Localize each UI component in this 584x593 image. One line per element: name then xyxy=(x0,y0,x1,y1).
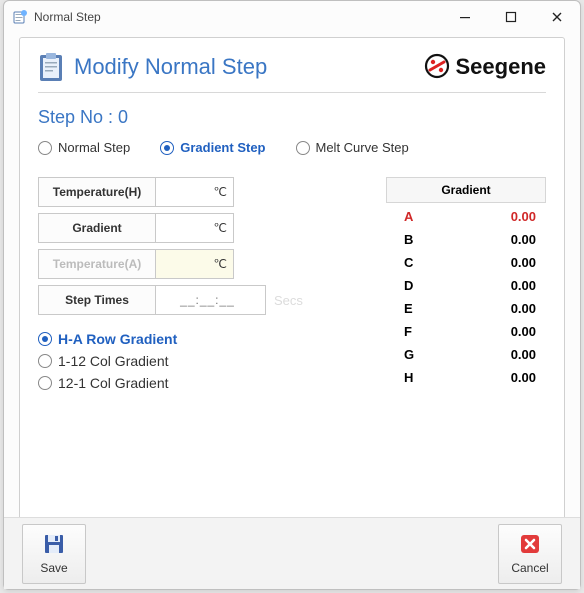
gradient-row: C 0.00 xyxy=(386,251,546,274)
radio-label: Normal Step xyxy=(58,140,130,155)
gradient-row-label: D xyxy=(404,278,413,293)
radio-ha-row-gradient[interactable]: H-A Row Gradient xyxy=(38,331,303,347)
field-label: Gradient xyxy=(38,213,156,243)
cancel-icon xyxy=(518,532,542,559)
gradient-row-value: 0.00 xyxy=(511,255,536,270)
gradient-row: A 0.00 xyxy=(386,205,546,228)
gradient-row: E 0.00 xyxy=(386,297,546,320)
brand-logo-icon xyxy=(424,53,450,82)
temperature-h-input[interactable]: ℃ xyxy=(156,177,234,207)
field-step-times: Step Times __:__:__ Secs xyxy=(38,285,303,315)
radio-12-1-col-gradient[interactable]: 12-1 Col Gradient xyxy=(38,375,303,391)
button-label: Cancel xyxy=(511,561,548,575)
gradient-row-value: 0.00 xyxy=(511,301,536,316)
gradient-row-label: F xyxy=(404,324,412,339)
radio-label: Gradient Step xyxy=(180,140,265,155)
gradient-row-value: 0.00 xyxy=(511,232,536,247)
minimize-button[interactable] xyxy=(442,2,488,32)
content-area: Modify Normal Step Seegene Step No : 0 N… xyxy=(4,33,580,589)
gradient-row-label: A xyxy=(404,209,413,224)
save-button[interactable]: Save xyxy=(22,524,86,584)
dialog-button-bar: Save Cancel xyxy=(4,517,580,589)
gradient-row-value: 0.00 xyxy=(511,209,536,224)
window-controls xyxy=(442,2,580,32)
field-label: Temperature(H) xyxy=(38,177,156,207)
app-icon xyxy=(12,9,28,25)
gradient-row: B 0.00 xyxy=(386,228,546,251)
gradient-row-label: C xyxy=(404,255,413,270)
gradient-row: G 0.00 xyxy=(386,343,546,366)
gradient-row-label: G xyxy=(404,347,414,362)
radio-normal-step[interactable]: Normal Step xyxy=(38,140,130,155)
brand-name: Seegene xyxy=(456,54,547,80)
gradient-row: D 0.00 xyxy=(386,274,546,297)
gradient-row-label: H xyxy=(404,370,413,385)
clipboard-icon xyxy=(38,52,64,82)
gradient-row-label: B xyxy=(404,232,413,247)
gradient-table: Gradient A0.00B0.00C0.00D0.00E0.00F0.00G… xyxy=(386,177,546,389)
gradient-table-header: Gradient xyxy=(386,177,546,203)
radio-1-12-col-gradient[interactable]: 1-12 Col Gradient xyxy=(38,353,303,369)
main-panel: Modify Normal Step Seegene Step No : 0 N… xyxy=(19,37,565,579)
gradient-mode-group: H-A Row Gradient 1-12 Col Gradient 12-1 … xyxy=(38,331,303,391)
left-column: Temperature(H) ℃ Gradient ℃ Temperature(… xyxy=(38,177,303,391)
radio-label: 1-12 Col Gradient xyxy=(58,353,169,369)
cancel-button[interactable]: Cancel xyxy=(498,524,562,584)
dialog-window: Normal Step Modify Normal Step S xyxy=(3,0,581,590)
gradient-row-label: E xyxy=(404,301,413,316)
right-column: Gradient A0.00B0.00C0.00D0.00E0.00F0.00G… xyxy=(327,177,546,391)
save-icon xyxy=(42,532,66,559)
panel-header: Modify Normal Step Seegene xyxy=(38,52,546,93)
radio-melt-curve-step[interactable]: Melt Curve Step xyxy=(296,140,409,155)
step-times-input[interactable]: __:__:__ xyxy=(156,285,266,315)
radio-label: 12-1 Col Gradient xyxy=(58,375,169,391)
gradient-row-value: 0.00 xyxy=(511,324,536,339)
titlebar: Normal Step xyxy=(4,1,580,33)
field-label: Temperature(A) xyxy=(38,249,156,279)
window-title: Normal Step xyxy=(34,10,442,24)
radio-label: Melt Curve Step xyxy=(316,140,409,155)
radio-gradient-step[interactable]: Gradient Step xyxy=(160,140,265,155)
gradient-input[interactable]: ℃ xyxy=(156,213,234,243)
gradient-row: F 0.00 xyxy=(386,320,546,343)
body-columns: Temperature(H) ℃ Gradient ℃ Temperature(… xyxy=(38,177,546,391)
maximize-button[interactable] xyxy=(488,2,534,32)
field-label: Step Times xyxy=(38,285,156,315)
radio-label: H-A Row Gradient xyxy=(58,331,177,347)
field-temperature-h: Temperature(H) ℃ xyxy=(38,177,303,207)
field-gradient: Gradient ℃ xyxy=(38,213,303,243)
panel-title: Modify Normal Step xyxy=(74,54,267,80)
button-label: Save xyxy=(40,561,67,575)
gradient-row-value: 0.00 xyxy=(511,278,536,293)
brand: Seegene xyxy=(424,53,547,82)
gradient-row: H 0.00 xyxy=(386,366,546,389)
step-type-group: Normal Step Gradient Step Melt Curve Ste… xyxy=(38,140,546,155)
secs-label: Secs xyxy=(274,293,303,308)
close-button[interactable] xyxy=(534,2,580,32)
gradient-row-value: 0.00 xyxy=(511,347,536,362)
step-number-label: Step No : 0 xyxy=(38,107,546,128)
field-temperature-a: Temperature(A) ℃ xyxy=(38,249,303,279)
temperature-a-input: ℃ xyxy=(156,249,234,279)
gradient-row-value: 0.00 xyxy=(511,370,536,385)
